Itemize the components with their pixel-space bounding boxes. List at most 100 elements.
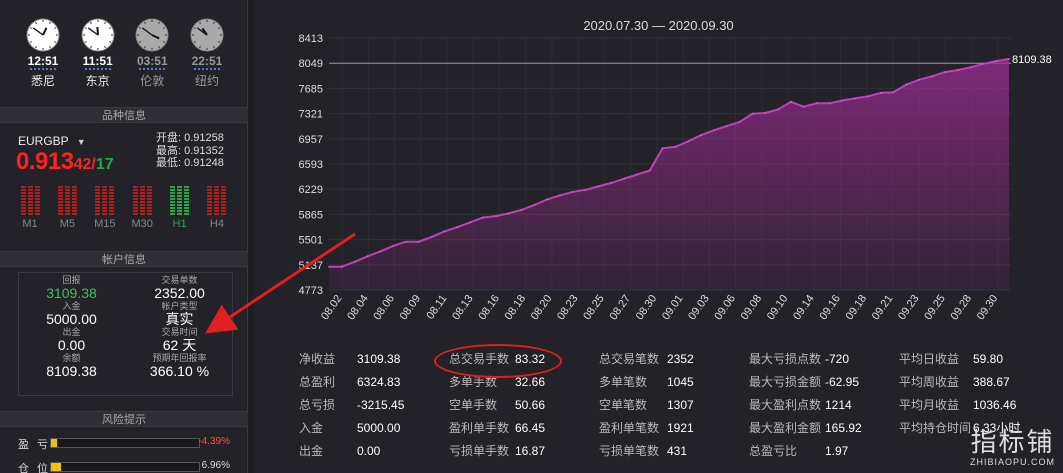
strength-bar: [214, 186, 220, 216]
stat-cell: 亏损单笔数 431: [599, 440, 749, 462]
equity-point: [995, 60, 997, 62]
watermark: 指标铺 ZHIBIAOPU.COM: [970, 429, 1055, 467]
low-value: 0.91248: [184, 157, 224, 169]
account-key: 回报: [62, 275, 81, 285]
world-clocks: 12:51 悉尼 11:51 东京 03:51 伦敦 22:51 纽约: [20, 18, 230, 98]
y-tick-label: 8413: [299, 33, 323, 45]
strength-bar: [71, 186, 77, 216]
last-value-label: 8109.38: [1012, 54, 1052, 66]
stat-key: 最大盈利点数: [749, 398, 822, 412]
clock-dots: [30, 68, 56, 71]
stat-key: 平均持仓时间: [899, 421, 972, 435]
clock-city: 东京: [85, 74, 110, 88]
stat-cell: 亏损单手数 16.87: [449, 440, 599, 462]
strength-bar: [139, 186, 145, 216]
risk-track: [50, 438, 200, 448]
stat-value: 1036.46: [973, 398, 1017, 412]
x-tick-label: 09.03: [686, 293, 712, 322]
x-tick-label: 09.10: [765, 293, 791, 322]
stat-key: 最大亏损点数: [749, 352, 822, 366]
equity-point: [533, 204, 536, 206]
equity-point: [328, 265, 330, 268]
equity-point: [828, 102, 831, 105]
timeframe-4[interactable]: H1: [166, 184, 194, 232]
risk-pct: -4.39%: [198, 436, 230, 447]
account-value: 366.10 %: [149, 363, 210, 379]
price-main: 0.913: [16, 148, 74, 175]
stat-value: 66.45: [515, 421, 546, 435]
account-value: 0.00: [57, 337, 86, 353]
y-tick-label: 6593: [299, 159, 323, 171]
equity-point: [559, 194, 561, 197]
y-tick-label: 7321: [299, 109, 323, 121]
stat-key: 空单笔数: [599, 398, 648, 412]
equity-point: [918, 78, 920, 81]
strength-bar: [27, 186, 33, 216]
account-key: 帐户类型: [161, 301, 198, 311]
stat-value: 50.66: [515, 398, 546, 412]
stat-cell: 最大亏损点数 -720: [749, 348, 899, 370]
chevron-down-icon[interactable]: ▼: [77, 137, 86, 147]
strength-bar: [207, 186, 213, 216]
stat-key: 最大亏损金额: [749, 375, 822, 389]
price-spread: 17: [95, 156, 114, 173]
strength-bar: [184, 186, 190, 216]
x-tick-label: 09.28: [948, 293, 974, 322]
x-tick-label: 09.16: [817, 293, 843, 322]
stat-value: 0.00: [357, 444, 381, 458]
equity-point: [661, 147, 664, 150]
stat-cell: 总盈亏比 1.97: [749, 440, 899, 462]
stat-cell: 空单笔数 1307: [599, 394, 749, 416]
timeframe-5[interactable]: H4: [203, 184, 231, 232]
equity-point: [700, 134, 702, 136]
watermark-url: ZHIBIAOPU.COM: [969, 457, 1055, 467]
watermark-logo: 指标铺: [970, 428, 1055, 458]
equity-point: [905, 83, 908, 86]
stat-value: 388.67: [973, 375, 1010, 389]
stat-key: 亏损单笔数: [599, 444, 660, 458]
equity-chart: 4773 5137 5501 5865 6229 6593 6957 7321 7685 8049…: [299, 33, 1052, 322]
clock-time: 12:51: [27, 54, 59, 68]
stat-key: 盈利单手数: [449, 421, 510, 435]
equity-point: [636, 173, 638, 176]
equity-point: [353, 261, 356, 263]
account-value: 真实: [165, 311, 194, 327]
strength-bar: [221, 186, 227, 216]
x-tick-label: 09.23: [896, 293, 922, 322]
equity-point: [879, 92, 882, 94]
equity-point: [725, 125, 728, 127]
high-label: 最高:: [156, 144, 182, 157]
x-tick-label: 08.02: [319, 293, 345, 322]
stat-cell: 入金 5000.00: [299, 417, 449, 439]
timeframe-strength-bars: M1 M5 M15 M30 H1 H4: [16, 184, 231, 232]
x-tick-label: 09.01: [660, 293, 686, 322]
equity-point: [982, 63, 985, 65]
stat-value: 1214: [825, 398, 852, 412]
x-tick-label: 09.18: [844, 293, 870, 322]
stat-value: 16.87: [515, 444, 546, 458]
stat-cell: 空单手数 50.66: [449, 394, 599, 416]
x-tick-label: 09.06: [712, 293, 738, 322]
stat-cell: 平均日收益 59.80: [899, 348, 1049, 370]
account-key: 交易时间: [161, 327, 198, 337]
symbol-selector[interactable]: EURGBP ▼: [18, 134, 86, 148]
strength-bar: [95, 186, 101, 216]
strength-bar: [146, 186, 152, 216]
stat-cell: 多单笔数 1045: [599, 371, 749, 393]
x-tick-label: 09.30: [975, 293, 1001, 322]
clock-city: 悉尼: [30, 74, 55, 88]
stat-cell: 最大盈利点数 1214: [749, 394, 899, 416]
timeframe-2[interactable]: M15: [91, 184, 119, 232]
equity-point: [687, 140, 690, 143]
timeframe-1[interactable]: M5: [53, 184, 81, 232]
strength-bars: [91, 184, 119, 216]
x-tick-label: 08.20: [529, 293, 555, 322]
stat-cell: 净收益 3109.38: [299, 348, 449, 370]
timeframe-3[interactable]: M30: [128, 184, 156, 232]
timeframe-0[interactable]: M1: [16, 184, 44, 232]
equity-point: [674, 146, 677, 148]
y-tick-label: 4773: [299, 285, 323, 297]
x-tick-label: 08.09: [398, 293, 424, 322]
equity-point: [392, 245, 394, 247]
risk-fill: [51, 463, 62, 471]
